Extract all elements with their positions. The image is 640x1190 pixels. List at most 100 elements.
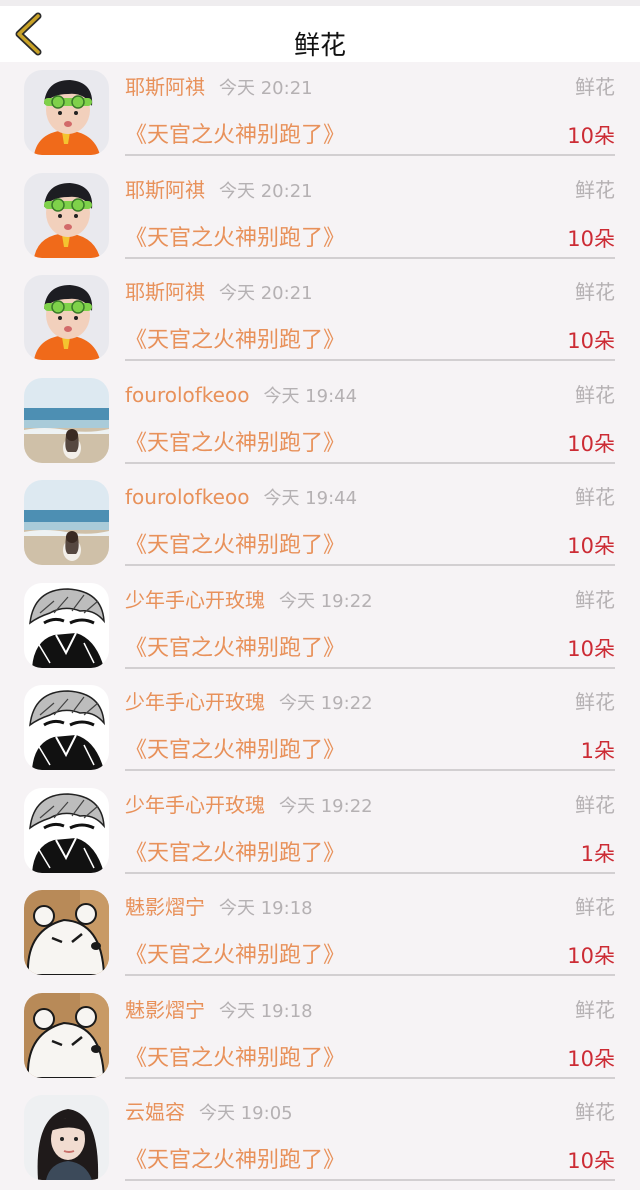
list-item[interactable]: 少年手心开玫瑰 今天 19:22 鲜花 《天官之火神别跑了》 1朵: [0, 677, 640, 780]
gift-type-label: 鲜花: [575, 280, 615, 304]
username-text: 云媪容: [125, 1100, 185, 1124]
timestamp: 今天 20:21: [219, 283, 313, 304]
username-text: fourolofkeoo: [125, 382, 250, 407]
avatar[interactable]: [24, 172, 109, 258]
timestamp: 今天 19:05: [199, 1103, 293, 1124]
row-divider: [125, 256, 615, 259]
list-item[interactable]: fourolofkeoo 今天 19:44 鲜花 《天官之火神别跑了》 10朵: [0, 370, 640, 473]
manga-avatar: [24, 787, 109, 873]
gift-count: 10朵: [567, 329, 615, 353]
username[interactable]: fourolofkeoo 今天 19:44: [125, 482, 357, 514]
username-text: 少年手心开玫瑰: [125, 792, 265, 817]
avatar[interactable]: [24, 1095, 109, 1180]
gift-count: 10朵: [567, 226, 615, 251]
row-divider: [125, 974, 615, 976]
gift-count: 10朵: [567, 431, 615, 456]
gift-count: 1朵: [580, 739, 615, 763]
bear-avatar: [24, 890, 109, 975]
username[interactable]: 少年手心开玫瑰 今天 19:22: [125, 687, 373, 719]
avatar[interactable]: [24, 787, 109, 873]
avatar[interactable]: [24, 275, 109, 360]
manga-avatar: [24, 685, 109, 770]
beach-avatar: [24, 377, 109, 463]
timestamp: 今天 19:22: [279, 590, 373, 612]
gift-count: 1朵: [580, 841, 615, 866]
username[interactable]: 少年手心开玫瑰 今天 19:22: [125, 790, 373, 822]
manga-avatar: [24, 582, 109, 668]
row-divider: [125, 666, 615, 669]
gift-type-label: 鲜花: [575, 792, 615, 817]
book-title[interactable]: 《天官之火神别跑了》: [125, 428, 345, 460]
list-item[interactable]: 耶斯阿祺 今天 20:21 鲜花 《天官之火神别跑了》 10朵: [0, 267, 640, 370]
avatar[interactable]: [24, 992, 109, 1078]
list-item[interactable]: 云媪容 今天 19:05 鲜花 《天官之火神别跑了》 10朵: [0, 1087, 640, 1190]
book-title[interactable]: 《天官之火神别跑了》: [125, 530, 345, 562]
boy-avatar: [24, 172, 109, 258]
row-divider: [125, 359, 615, 361]
timestamp: 今天 19:18: [219, 898, 313, 919]
username[interactable]: 魅影熠宁 今天 19:18: [125, 892, 313, 924]
gift-type-label: 鲜花: [575, 587, 615, 612]
list-item[interactable]: 少年手心开玫瑰 今天 19:22 鲜花 《天官之火神别跑了》 10朵: [0, 575, 640, 678]
gift-count: 10朵: [567, 1149, 615, 1173]
avatar[interactable]: [24, 582, 109, 668]
username[interactable]: 云媪容 今天 19:05: [125, 1097, 293, 1129]
list-item[interactable]: 魅影熠宁 今天 19:18 鲜花 《天官之火神别跑了》 10朵: [0, 882, 640, 985]
gift-type-label: 鲜花: [575, 485, 615, 509]
book-title[interactable]: 《天官之火神别跑了》: [125, 1145, 345, 1177]
bear-avatar: [24, 992, 109, 1078]
row-divider: [125, 461, 615, 464]
timestamp: 今天 19:44: [263, 385, 358, 407]
gift-count: 10朵: [567, 1046, 615, 1071]
timestamp: 今天 20:21: [219, 78, 313, 99]
username-text: 耶斯阿祺: [125, 177, 205, 202]
book-title[interactable]: 《天官之火神别跑了》: [125, 223, 345, 255]
username-text: 少年手心开玫瑰: [125, 587, 265, 612]
list-item[interactable]: 耶斯阿祺 今天 20:21 鲜花 《天官之火神别跑了》 10朵: [0, 165, 640, 268]
book-title[interactable]: 《天官之火神别跑了》: [125, 1043, 345, 1075]
timestamp: 今天 19:22: [279, 693, 373, 714]
boy-avatar: [24, 70, 109, 155]
beach-avatar: [24, 480, 109, 565]
nav-bar: 鲜花: [0, 0, 640, 62]
row-divider: [125, 1179, 615, 1181]
avatar[interactable]: [24, 377, 109, 463]
page-title: 鲜花: [293, 31, 346, 61]
girl-avatar: [24, 1095, 109, 1180]
list-item[interactable]: fourolofkeoo 今天 19:44 鲜花 《天官之火神别跑了》 10朵: [0, 472, 640, 575]
gift-type-label: 鲜花: [575, 997, 615, 1022]
username[interactable]: 少年手心开玫瑰 今天 19:22: [125, 585, 373, 617]
book-title[interactable]: 《天官之火神别跑了》: [125, 940, 345, 972]
book-title[interactable]: 《天官之火神别跑了》: [125, 325, 345, 357]
username[interactable]: 耶斯阿祺 今天 20:21: [125, 175, 313, 207]
gift-type-label: 鲜花: [575, 895, 615, 919]
avatar[interactable]: [24, 685, 109, 770]
gift-type-label: 鲜花: [575, 690, 615, 714]
book-title[interactable]: 《天官之火神别跑了》: [125, 633, 345, 665]
row-divider: [125, 154, 615, 156]
gift-type-label: 鲜花: [575, 177, 615, 202]
username[interactable]: 耶斯阿祺 今天 20:21: [125, 277, 313, 309]
avatar[interactable]: [24, 70, 109, 155]
username[interactable]: 魅影熠宁 今天 19:18: [125, 995, 313, 1027]
timestamp: 今天 19:18: [219, 1000, 313, 1022]
row-divider: [125, 871, 615, 874]
list-item[interactable]: 少年手心开玫瑰 今天 19:22 鲜花 《天官之火神别跑了》 1朵: [0, 780, 640, 883]
avatar[interactable]: [24, 890, 109, 975]
gift-count: 10朵: [567, 534, 615, 558]
username-text: 耶斯阿祺: [125, 280, 205, 304]
book-title[interactable]: 《天官之火神别跑了》: [125, 120, 345, 152]
username[interactable]: 耶斯阿祺 今天 20:21: [125, 72, 313, 104]
list-item[interactable]: 魅影熠宁 今天 19:18 鲜花 《天官之火神别跑了》 10朵: [0, 985, 640, 1088]
username-text: 魅影熠宁: [125, 997, 205, 1022]
book-title[interactable]: 《天官之火神别跑了》: [125, 735, 345, 767]
avatar[interactable]: [24, 480, 109, 565]
username[interactable]: fourolofkeoo 今天 19:44: [125, 380, 357, 412]
username-text: 少年手心开玫瑰: [125, 690, 265, 714]
row-divider: [125, 564, 615, 566]
book-title[interactable]: 《天官之火神别跑了》: [125, 838, 345, 870]
gift-type-label: 鲜花: [575, 382, 615, 407]
timestamp: 今天 19:22: [279, 795, 373, 817]
list-item[interactable]: 耶斯阿祺 今天 20:21 鲜花 《天官之火神别跑了》 10朵: [0, 62, 640, 165]
row-divider: [125, 769, 615, 771]
